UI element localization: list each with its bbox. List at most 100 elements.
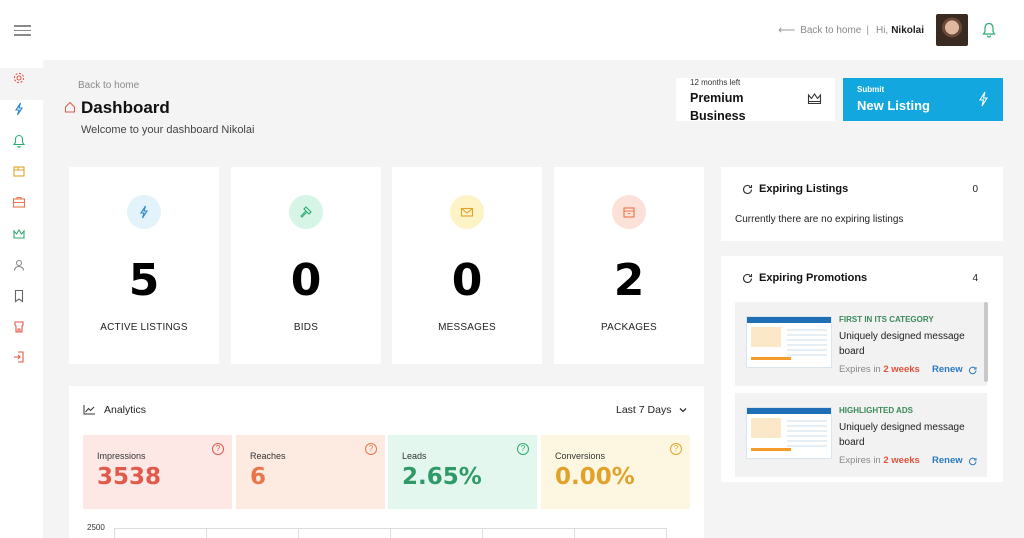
help-icon[interactable]: ?	[365, 443, 377, 455]
stat-card-messages[interactable]: 0 MESSAGES	[392, 167, 542, 364]
help-icon[interactable]: ?	[212, 443, 224, 455]
bolt-icon	[139, 205, 149, 219]
plan-remaining: 12 months left	[690, 78, 741, 87]
chart-gridline-vertical	[666, 528, 667, 538]
bolt-icon[interactable]	[12, 102, 26, 116]
greeting: Hi,	[875, 24, 889, 36]
gear-icon[interactable]	[12, 71, 26, 85]
chart-gridline-vertical	[482, 528, 483, 538]
chart-gridline-vertical	[114, 528, 115, 538]
renew-link[interactable]: Renew	[932, 455, 963, 466]
promotion-thumbnail	[746, 316, 832, 368]
refresh-icon[interactable]	[968, 366, 977, 375]
stat-card-active-listings[interactable]: 5 ACTIVE LISTINGS	[69, 167, 219, 364]
analytics-title: Analytics	[104, 404, 147, 416]
metric-conversions: Conversions 0.00% ?	[541, 435, 690, 509]
empty-state-text: Currently there are no expiring listings	[735, 214, 904, 225]
metric-leads: Leads 2.65% ?	[388, 435, 537, 509]
crown-icon	[807, 93, 822, 105]
separator: |	[866, 24, 869, 36]
scrollbar-thumb[interactable]	[984, 302, 988, 382]
user-name[interactable]: Nikolai	[891, 25, 924, 36]
date-range-select[interactable]: Last 7 Days	[616, 404, 671, 416]
metric-value: 3538	[97, 464, 162, 490]
storefront-icon[interactable]	[12, 320, 26, 334]
user-icon[interactable]	[12, 258, 26, 272]
chevron-down-icon[interactable]	[679, 406, 687, 414]
stat-label: PACKAGES	[601, 322, 657, 333]
stat-value: 5	[128, 255, 160, 306]
expiring-listings-panel: Expiring Listings 0 Currently there are …	[721, 167, 1003, 241]
metric-label: Conversions	[555, 451, 606, 461]
expiring-promotions-title: Expiring Promotions	[759, 272, 868, 284]
hamburger-menu-icon[interactable]	[14, 25, 31, 36]
stat-label: ACTIVE LISTINGS	[100, 322, 188, 333]
package-icon	[623, 207, 635, 218]
arrow-left-icon: ⟵	[778, 23, 796, 37]
help-icon[interactable]: ?	[517, 443, 529, 455]
chart-gridline-vertical	[206, 528, 207, 538]
metric-value: 6	[250, 464, 267, 490]
metric-label: Reaches	[250, 451, 286, 461]
refresh-icon[interactable]	[742, 184, 753, 195]
stat-value: 0	[290, 255, 322, 306]
renew-link[interactable]: Renew	[932, 364, 963, 375]
chart-gridline-vertical	[390, 528, 391, 538]
metric-value: 0.00%	[555, 464, 635, 490]
package-icon[interactable]	[12, 164, 26, 178]
page-title: Dashboard	[81, 98, 170, 117]
promotion-item: FIRST IN ITS CATEGORY Uniquely designed …	[735, 302, 987, 386]
plan-card[interactable]: 12 months left Premium Business	[676, 78, 835, 123]
analytics-panel: Analytics Last 7 Days Impressions 3538 ?…	[69, 386, 704, 538]
stat-icon-circle	[450, 195, 484, 229]
refresh-icon[interactable]	[742, 273, 753, 284]
promotion-expiry: Expires in 2 weeks	[839, 455, 920, 466]
line-chart-icon	[83, 405, 95, 415]
help-icon[interactable]: ?	[670, 443, 682, 455]
submit-new-listing-button[interactable]: Submit New Listing	[843, 78, 1003, 121]
metric-impressions: Impressions 3538 ?	[83, 435, 232, 509]
promotion-category: FIRST IN ITS CATEGORY	[839, 315, 934, 324]
promotion-thumbnail	[746, 407, 832, 459]
submit-big-label: New Listing	[857, 98, 930, 113]
stat-label: BIDS	[293, 322, 319, 333]
chart-gridline-vertical	[574, 528, 575, 538]
stat-value: 0	[451, 255, 483, 306]
welcome-text: Welcome to your dashboard Nikolai	[81, 124, 255, 136]
bolt-icon	[979, 91, 988, 107]
metric-value: 2.65%	[402, 464, 482, 490]
user-area: ⟵ Back to home | Hi, Nikolai	[778, 14, 996, 46]
promotion-title: Uniquely designed message board	[839, 331, 965, 357]
top-bar: ⟵ Back to home | Hi, Nikolai	[0, 0, 1024, 60]
bell-icon[interactable]	[982, 22, 996, 38]
stat-card-bids[interactable]: 0 BIDS	[231, 167, 381, 364]
refresh-icon[interactable]	[968, 457, 977, 466]
logout-icon[interactable]	[12, 350, 26, 364]
stat-icon-circle	[612, 195, 646, 229]
envelope-icon	[460, 207, 474, 217]
expiring-promotions-count: 4	[972, 273, 978, 284]
metric-label: Leads	[402, 451, 427, 461]
crown-icon[interactable]	[12, 227, 26, 241]
chart-gridline-vertical	[298, 528, 299, 538]
home-icon	[65, 101, 75, 113]
briefcase-icon[interactable]	[12, 195, 26, 209]
top-back-to-home-link[interactable]: Back to home	[800, 25, 861, 36]
avatar[interactable]	[936, 14, 968, 46]
submit-small-label: Submit	[857, 85, 885, 94]
expiring-promotions-panel: Expiring Promotions 4 FIRST IN ITS CATEG…	[721, 256, 1003, 482]
metric-reaches: Reaches 6 ?	[236, 435, 385, 509]
stat-label: MESSAGES	[438, 322, 496, 333]
stat-card-packages[interactable]: 2 PACKAGES	[554, 167, 704, 364]
hammer-icon	[300, 206, 312, 218]
metric-label: Impressions	[97, 451, 146, 461]
back-to-home-link[interactable]: Back to home	[78, 80, 139, 91]
bookmark-icon[interactable]	[12, 289, 26, 303]
stat-icon-circle	[289, 195, 323, 229]
stat-icon-circle	[127, 195, 161, 229]
sidebar	[0, 60, 43, 538]
plan-name: Premium Business	[690, 91, 746, 123]
bell-icon[interactable]	[12, 134, 26, 148]
expiring-listings-title: Expiring Listings	[759, 183, 849, 195]
y-axis-tick: 2500	[87, 523, 105, 532]
